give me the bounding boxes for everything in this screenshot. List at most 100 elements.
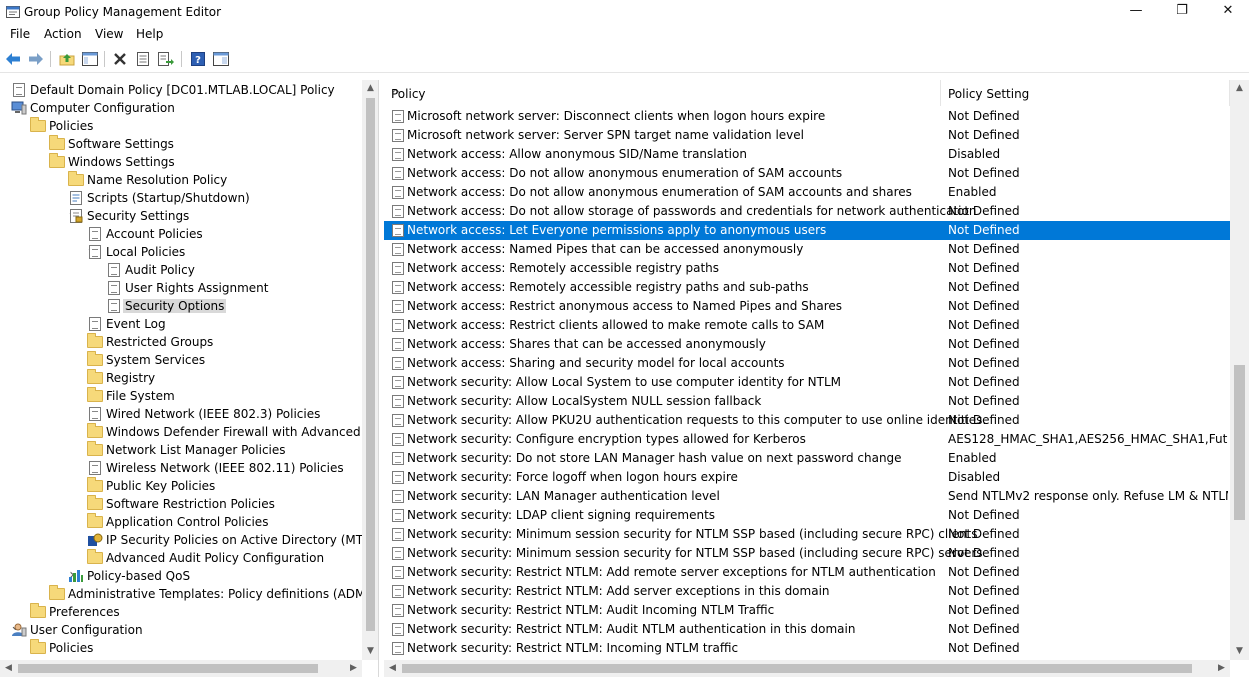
up-folder-icon[interactable] [58, 50, 76, 68]
tree-node[interactable]: ›IP Security Policies on Active Director… [0, 531, 378, 549]
policy-row[interactable]: Network security: Configure encryption t… [384, 430, 1230, 449]
tree-horizontal-scrollbar[interactable]: ◀ ▶ [0, 660, 362, 677]
tree-node[interactable]: ⌄Windows Settings [0, 152, 362, 171]
tree-node[interactable]: ›Name Resolution Policy [0, 171, 362, 189]
menu-file[interactable]: File [10, 27, 30, 41]
scroll-left-arrow-icon[interactable]: ◀ [384, 660, 401, 677]
properties-icon[interactable] [134, 50, 152, 68]
forward-arrow-icon[interactable] [27, 50, 45, 68]
policy-row[interactable]: Network security: Restrict NTLM: Audit N… [384, 620, 1230, 639]
scroll-down-arrow-icon[interactable]: ▼ [362, 643, 378, 660]
column-header-policy[interactable]: ^ Policy [384, 80, 941, 106]
tree-node[interactable]: ›File System [0, 387, 362, 405]
policy-row[interactable]: Network security: Force logoff when logo… [384, 468, 1230, 487]
close-button[interactable]: ✕ [1205, 0, 1249, 24]
policy-row[interactable]: Network access: Remotely accessible regi… [384, 259, 1230, 278]
tree-node[interactable]: ⌄Security Settings [0, 206, 362, 225]
policy-row[interactable]: Network security: Do not store LAN Manag… [384, 449, 1230, 468]
menu-action[interactable]: Action [44, 27, 82, 41]
policy-row[interactable]: Network access: Allow anonymous SID/Name… [384, 145, 1230, 164]
list-vertical-scrollbar[interactable]: ▲ ▼ [1230, 80, 1249, 660]
tree-node[interactable]: ⌄Computer Configuration [0, 98, 362, 117]
list-hscroll-thumb[interactable] [402, 664, 1192, 673]
tree-node[interactable]: ›User Rights Assignment [0, 279, 362, 297]
policy-setting-value: Not Defined [948, 508, 1020, 522]
policy-row[interactable]: Network access: Restrict clients allowed… [384, 316, 1230, 335]
tree-node[interactable]: Network List Manager Policies [0, 441, 362, 459]
menu-view[interactable]: View [95, 27, 123, 41]
export-list-icon[interactable] [157, 50, 175, 68]
policy-doc-icon [87, 407, 103, 421]
tree-node[interactable]: ›Registry [0, 369, 362, 387]
tree-node[interactable]: ›Wired Network (IEEE 802.3) Policies [0, 405, 362, 423]
policy-row[interactable]: Network security: Restrict NTLM: Audit I… [384, 601, 1230, 620]
policy-row[interactable]: Microsoft network server: Server SPN tar… [384, 126, 1230, 145]
policy-row[interactable]: Network security: LAN Manager authentica… [384, 487, 1230, 506]
policy-row[interactable]: Network access: Sharing and security mod… [384, 354, 1230, 373]
policy-row[interactable]: Network security: Restrict NTLM: Incomin… [384, 639, 1230, 658]
policy-name: Network access: Let Everyone permissions… [407, 223, 827, 237]
delete-x-icon[interactable] [111, 50, 129, 68]
column-header-policy-setting[interactable]: Policy Setting [941, 80, 1230, 106]
policy-row[interactable]: Network security: Allow Local System to … [384, 373, 1230, 392]
tree-node[interactable]: ›Event Log [0, 315, 362, 333]
policy-doc-icon [87, 461, 103, 475]
console-tree[interactable]: Default Domain Policy [DC01.MTLAB.LOCAL]… [0, 80, 379, 677]
policy-row[interactable]: Network access: Restrict anonymous acces… [384, 297, 1230, 316]
tree-node[interactable]: › Policy-based QoS [0, 567, 362, 585]
tree-node[interactable]: ›Restricted Groups [0, 333, 362, 351]
scroll-right-arrow-icon[interactable]: ▶ [345, 660, 362, 677]
show-hide-action-pane-icon[interactable] [212, 50, 230, 68]
scroll-up-arrow-icon[interactable]: ▲ [1231, 80, 1248, 97]
maximize-button[interactable]: ❐ [1159, 0, 1205, 24]
tree-node[interactable]: ›Advanced Audit Policy Configuration [0, 549, 362, 567]
policy-row[interactable]: Network access: Do not allow anonymous e… [384, 183, 1230, 202]
minimize-button[interactable]: — [1113, 0, 1159, 24]
list-scroll-thumb[interactable] [1234, 365, 1245, 520]
policy-row[interactable]: Network access: Remotely accessible regi… [384, 278, 1230, 297]
tree-scroll-thumb[interactable] [366, 98, 375, 631]
policy-row[interactable]: Network security: Restrict NTLM: Add ser… [384, 582, 1230, 601]
policy-row[interactable]: Microsoft network server: Disconnect cli… [384, 107, 1230, 126]
policy-row[interactable]: Network security: Allow LocalSystem NULL… [384, 392, 1230, 411]
scroll-up-arrow-icon[interactable]: ▲ [362, 80, 378, 97]
tree-node[interactable]: ›Application Control Policies [0, 513, 362, 531]
tree-node[interactable]: ›Policies [0, 639, 362, 657]
list-horizontal-scrollbar[interactable]: ◀ ▶ [384, 660, 1230, 677]
policy-row[interactable]: Network access: Do not allow storage of … [384, 202, 1230, 221]
policy-row[interactable]: Network security: Minimum session securi… [384, 544, 1230, 563]
show-hide-tree-icon[interactable] [81, 50, 99, 68]
back-arrow-icon[interactable] [4, 50, 22, 68]
tree-node[interactable]: ›Audit Policy [0, 261, 362, 279]
tree-node[interactable]: ›Administrative Templates: Policy defini… [0, 585, 374, 603]
tree-node[interactable]: ›Preferences [0, 603, 362, 621]
scroll-left-arrow-icon[interactable]: ◀ [0, 660, 17, 677]
policy-list[interactable]: ^ Policy Policy Setting Microsoft networ… [384, 80, 1249, 677]
tree-node[interactable]: ›Security Options [0, 297, 362, 315]
tree-node[interactable]: ⌄Local Policies [0, 242, 362, 261]
policy-row[interactable]: Network access: Do not allow anonymous e… [384, 164, 1230, 183]
tree-node[interactable]: ›Account Policies [0, 225, 362, 243]
policy-row[interactable]: Network security: Minimum session securi… [384, 525, 1230, 544]
policy-row[interactable]: Network access: Named Pipes that can be … [384, 240, 1230, 259]
menu-help[interactable]: Help [136, 27, 163, 41]
tree-node[interactable]: ⌄User Configuration [0, 620, 362, 639]
scroll-right-arrow-icon[interactable]: ▶ [1213, 660, 1230, 677]
tree-hscroll-thumb[interactable] [18, 664, 318, 673]
tree-vertical-scrollbar[interactable]: ▲ ▼ [362, 80, 378, 660]
policy-row[interactable]: Network security: Allow PKU2U authentica… [384, 411, 1230, 430]
tree-node[interactable]: ›Public Key Policies [0, 477, 362, 495]
help-icon[interactable]: ? [189, 50, 207, 68]
scroll-down-arrow-icon[interactable]: ▼ [1231, 643, 1248, 660]
tree-node[interactable]: Scripts (Startup/Shutdown) [0, 189, 362, 207]
tree-node[interactable]: ›System Services [0, 351, 362, 369]
policy-row[interactable]: Network access: Let Everyone permissions… [384, 221, 1230, 240]
policy-row[interactable]: Network access: Shares that can be acces… [384, 335, 1230, 354]
tree-node[interactable]: ›Windows Defender Firewall with Advanced… [0, 423, 378, 441]
tree-node[interactable]: ›Wireless Network (IEEE 802.11) Policies [0, 459, 362, 477]
tree-node[interactable]: ⌄Policies [0, 116, 362, 135]
tree-node[interactable]: ›Software Restriction Policies [0, 495, 362, 513]
policy-row[interactable]: Network security: Restrict NTLM: Add rem… [384, 563, 1230, 582]
tree-node[interactable]: Default Domain Policy [DC01.MTLAB.LOCAL]… [0, 81, 362, 99]
policy-row[interactable]: Network security: LDAP client signing re… [384, 506, 1230, 525]
